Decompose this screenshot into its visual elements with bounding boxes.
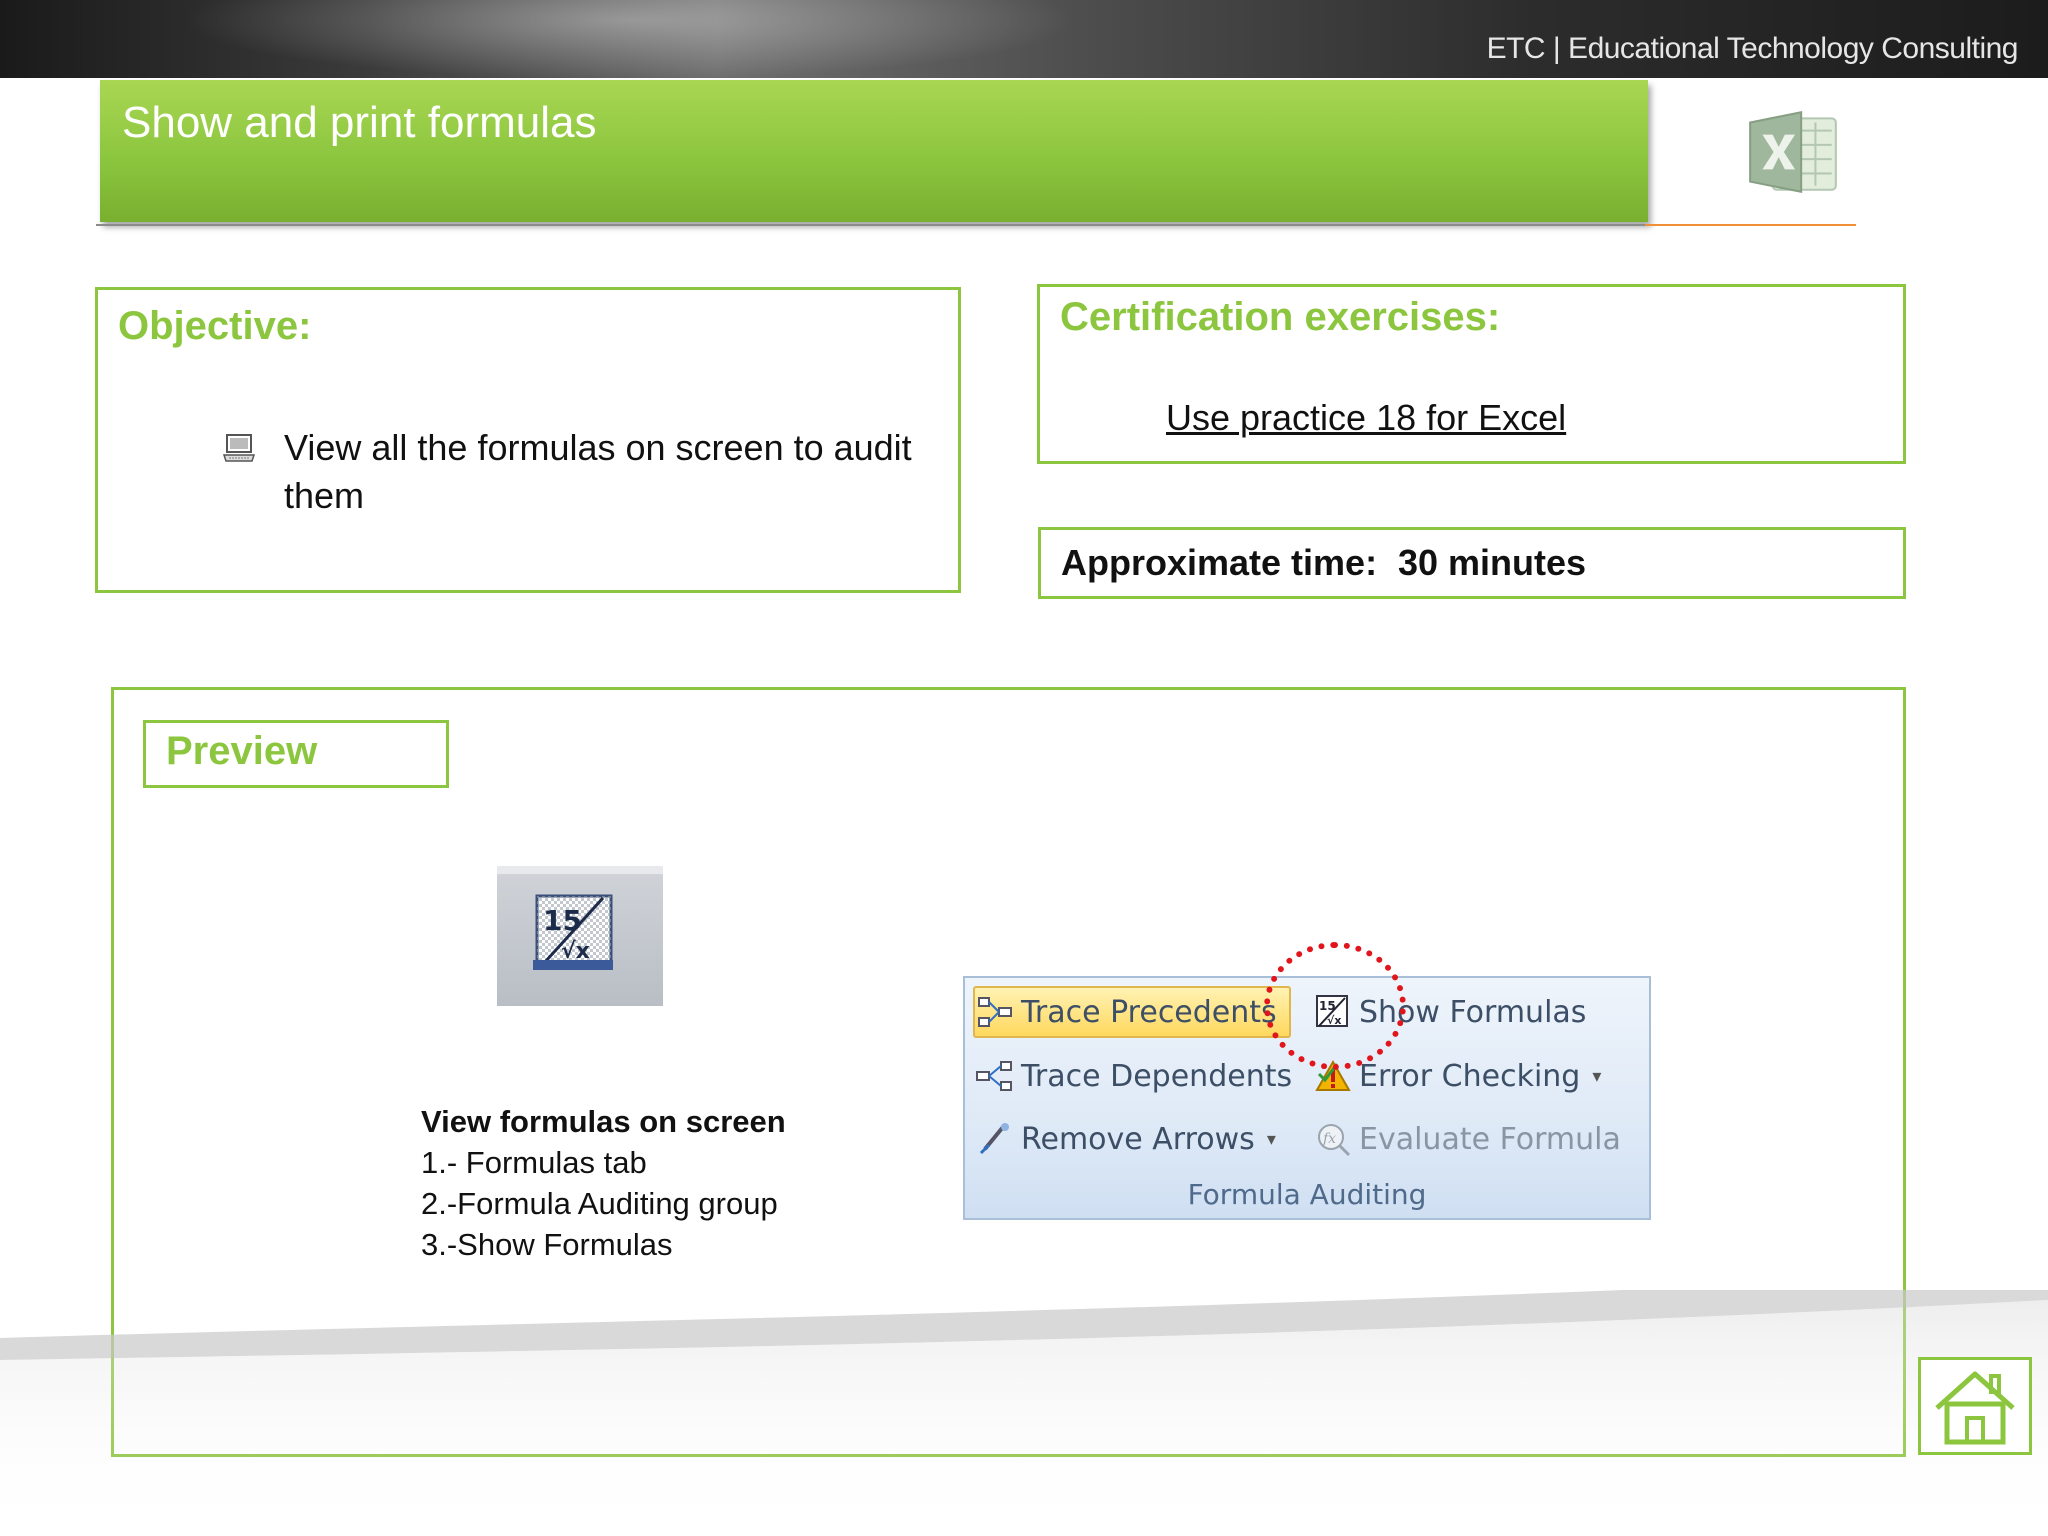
remove-arrows-caret-icon[interactable]: ▾ [1267,1129,1276,1150]
brand-text: ETC | Educational Technology Consulting [1486,32,2019,65]
error-checking-label: Error Checking [1359,1058,1581,1094]
home-icon [1935,1371,2015,1445]
practice-link[interactable]: Use practice 18 for Excel [1166,397,1566,439]
objective-heading: Objective: [118,304,312,348]
svg-text:fx: fx [1322,1131,1336,1147]
step-item: 3.-Show Formulas [421,1227,673,1262]
certification-panel: Certification exercises: Use practice 18… [1037,284,1906,464]
highlight-circle [1264,942,1406,1070]
preview-panel: Preview 15 √x View formulas on screen 1.… [111,687,1906,1457]
time-label: Approximate time: [1061,542,1378,583]
svg-text:15: 15 [543,904,582,937]
objective-panel: Objective: View all the formulas on scre… [95,287,961,593]
home-button[interactable] [1918,1357,2032,1455]
evaluate-formula-label: Evaluate Formula [1359,1121,1621,1157]
top-bar-sheen [180,0,1080,78]
evaluate-formula-button[interactable]: fx Evaluate Formula [1313,1113,1621,1165]
trace-dependents-label: Trace Dependents [1021,1058,1293,1094]
computer-icon [223,434,255,462]
banner-underline [96,224,1856,226]
ribbon-group-label: Formula Auditing [1187,1178,1427,1211]
steps-list: View formulas on screen 1.- Formulas tab… [421,1101,786,1265]
trace-precedents-button[interactable]: Trace Precedents [973,986,1291,1038]
trace-dependents-icon [976,1061,1012,1091]
steps-title: View formulas on screen [421,1104,786,1139]
remove-arrows-button[interactable]: Remove Arrows ▾ [975,1113,1276,1165]
error-checking-caret-icon[interactable]: ▾ [1592,1066,1601,1087]
show-formulas-icon: 15 √x [533,894,613,970]
preview-label-box: Preview [143,720,449,788]
objective-text: View all the formulas on screen to audit… [284,427,912,516]
excel-logo-icon [1749,110,1837,194]
remove-arrows-label: Remove Arrows [1021,1121,1255,1157]
page-title: Show and print formulas [122,98,597,147]
trace-precedents-icon [978,997,1012,1027]
certification-heading: Certification exercises: [1060,295,1501,339]
preview-heading: Preview [166,729,318,773]
remove-arrows-icon [979,1123,1009,1155]
top-bar: ETC | Educational Technology Consulting [0,0,2048,78]
time-panel: Approximate time: 30 minutes [1038,527,1906,599]
step-item: 1.- Formulas tab [421,1145,647,1180]
show-formulas-button-image: 15 √x [497,866,663,1006]
trace-precedents-label: Trace Precedents [1021,994,1277,1030]
trace-dependents-button[interactable]: Trace Dependents [975,1050,1292,1102]
evaluate-formula-icon: fx [1318,1124,1351,1157]
title-banner: Show and print formulas [100,80,1648,222]
time-value: 30 minutes [1398,542,1587,583]
step-item: 2.-Formula Auditing group [421,1186,778,1221]
